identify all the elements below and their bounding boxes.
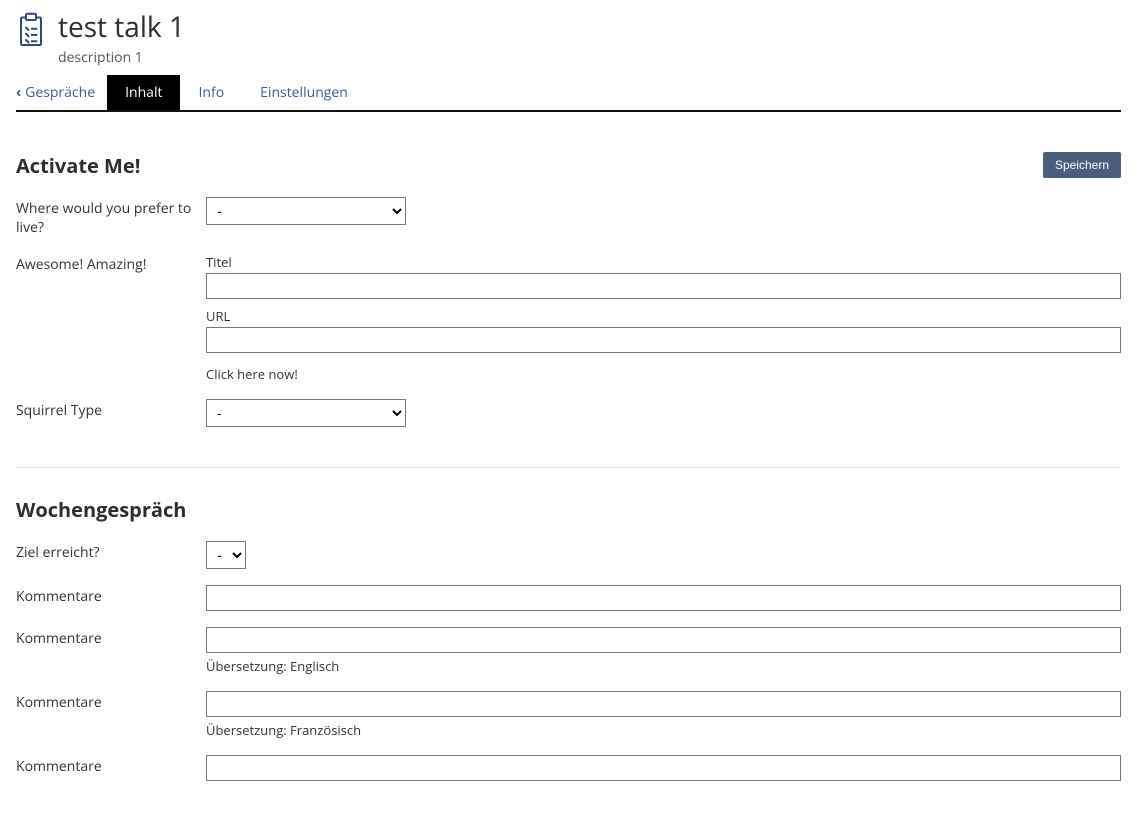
input-comment4[interactable] [206,755,1121,781]
section-title: Activate Me! [16,152,140,179]
field-label-awesome: Awe­some! Amaz­ing! [16,253,206,274]
section-activate-me: Activate Me! Speichern Where would you p… [16,152,1121,427]
select-live[interactable]: - [206,197,406,225]
section-wochengespraech: Wochengespräch Ziel erre­icht? - Kom­men… [16,467,1121,781]
input-comment1[interactable] [206,585,1121,611]
clipboard-icon [16,12,46,48]
tab-einstellungen[interactable]: Einstellungen [242,75,366,110]
field-label-squirrel: Squir­rel Type [16,399,206,420]
input-titel[interactable] [206,273,1121,299]
back-link-label: Gespräche [25,83,95,102]
tab-info[interactable]: Info [180,75,242,110]
sublabel-titel: Titel [206,253,1121,271]
tab-bar: ‹ Gespräche Inhalt Info Einstellungen [16,75,1121,112]
select-squirrel[interactable]: - [206,399,406,427]
back-link[interactable]: ‹ Gespräche [16,75,107,110]
input-url[interactable] [206,327,1121,353]
hint-comment3: Über­set­zung: Franzö­sisch [206,721,1121,739]
input-comment3[interactable] [206,691,1121,717]
field-label-comment2: Kom­mentare [16,627,206,648]
section-title: Wochengespräch [16,496,1121,523]
field-label-comment3: Kom­mentare [16,691,206,712]
save-button[interactable]: Speichern [1043,152,1121,178]
chevron-left-icon: ‹ [16,86,21,100]
sublabel-url: URL [206,307,1121,325]
page-title: test talk 1 [58,8,185,46]
hint-comment2: Über­set­zung: Englisch [206,657,1121,675]
page-subtitle: description 1 [58,48,185,67]
field-label-comment4: Kom­mentare [16,755,206,776]
field-label-live: Where would you pre­fer to live? [16,197,206,237]
field-label-goal: Ziel erre­icht? [16,541,206,562]
tab-inhalt[interactable]: Inhalt [107,75,180,110]
input-comment2[interactable] [206,627,1121,653]
select-goal[interactable]: - [206,541,246,569]
hint-click-here: Click here now! [206,365,1121,383]
field-label-comment1: Kom­mentare [16,585,206,606]
page-header: test talk 1 description 1 [16,8,1121,67]
